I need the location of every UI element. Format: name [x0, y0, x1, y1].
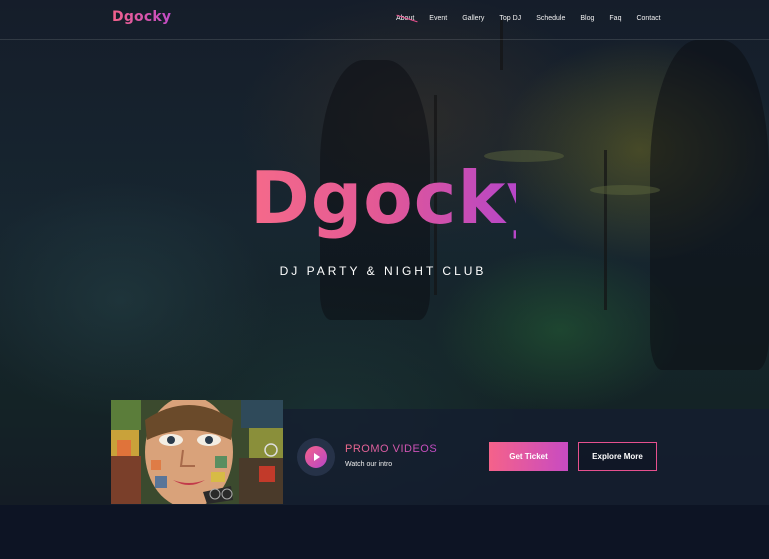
hero-subtitle: DJ PARTY & NIGHT CLUB	[279, 264, 487, 278]
cymbal	[590, 185, 660, 195]
graffiti-portrait-image	[111, 400, 283, 504]
nav-item-faq[interactable]: Faq	[609, 15, 621, 22]
site-logo[interactable]: Dgocky	[112, 9, 171, 25]
get-ticket-button[interactable]: Get Ticket	[489, 442, 568, 471]
nav-item-top-dj[interactable]: Top DJ	[499, 15, 521, 22]
hero-title: Dgocky	[250, 148, 553, 248]
play-icon	[314, 453, 320, 461]
nav-menu: About Event Gallery Top DJ Schedule Blog…	[396, 15, 661, 22]
nav-item-event[interactable]: Event	[429, 15, 447, 22]
nav-item-blog[interactable]: Blog	[580, 15, 594, 22]
promo-title: PROMO VIDEOS	[345, 443, 438, 455]
promo-subtitle: Watch our intro	[345, 461, 393, 468]
promo-video-thumbnail[interactable]	[111, 400, 283, 504]
nav-item-contact[interactable]: Contact	[636, 15, 660, 22]
performer-silhouette	[650, 40, 769, 370]
nav-item-about[interactable]: About	[396, 15, 414, 22]
nav-item-schedule[interactable]: Schedule	[536, 15, 565, 22]
navbar: Dgocky About Event Gallery Top DJ Schedu…	[0, 0, 769, 40]
explore-more-button[interactable]: Explore More	[578, 442, 657, 471]
cymbal-stand	[604, 150, 607, 310]
play-button[interactable]	[305, 446, 327, 468]
nav-item-gallery[interactable]: Gallery	[462, 15, 484, 22]
page-bottom-band	[0, 505, 769, 559]
